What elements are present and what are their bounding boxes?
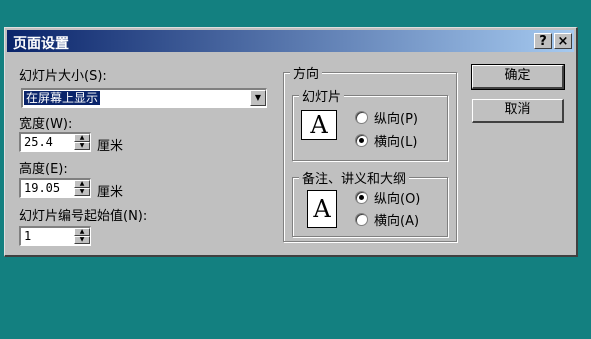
numbering-up-arrow-icon[interactable]: ▲ [74, 228, 90, 236]
height-down-arrow-icon[interactable]: ▼ [74, 188, 90, 196]
width-up-arrow-icon[interactable]: ▲ [74, 134, 90, 142]
cancel-button[interactable]: 取消 [472, 99, 564, 123]
numbering-value: 1 [24, 229, 32, 243]
portrait-page-icon: A [307, 190, 337, 228]
slides-landscape-radio[interactable] [355, 134, 368, 147]
slide-size-value: 在屏幕上显示 [24, 91, 101, 105]
page-setup-dialog: 页面设置 ? × 幻灯片大小(S): 在屏幕上显示 ▼ 宽度(W): 25.4 … [4, 27, 578, 257]
height-value: 19.05 [24, 181, 61, 195]
notes-landscape-label: 横向(A) [374, 214, 420, 229]
width-down-arrow-icon[interactable]: ▼ [74, 142, 90, 150]
width-spinner[interactable]: 25.4 ▲ ▼ [19, 132, 91, 152]
notes-portrait-option[interactable]: 纵向(O) [355, 188, 420, 207]
title-bar[interactable]: 页面设置 ? × [7, 30, 574, 52]
slides-portrait-label: 纵向(P) [374, 112, 418, 127]
dropdown-arrow-icon[interactable]: ▼ [250, 90, 266, 106]
slides-landscape-option[interactable]: 横向(L) [355, 131, 417, 150]
height-label: 高度(E): [19, 162, 68, 177]
notes-landscape-option[interactable]: 横向(A) [355, 210, 419, 229]
dialog-title: 页面设置 [13, 36, 69, 52]
width-unit: 厘米 [97, 139, 124, 154]
numbering-spinner[interactable]: 1 ▲ ▼ [19, 226, 91, 246]
slides-portrait-radio[interactable] [355, 111, 368, 124]
height-spinner[interactable]: 19.05 ▲ ▼ [19, 178, 91, 198]
slide-size-label: 幻灯片大小(S): [19, 69, 107, 84]
notes-portrait-radio[interactable] [355, 191, 368, 204]
numbering-down-arrow-icon[interactable]: ▼ [74, 236, 90, 244]
ok-button[interactable]: 确定 [471, 64, 565, 90]
notes-landscape-radio[interactable] [355, 213, 368, 226]
numbering-label: 幻灯片编号起始值(N): [19, 209, 148, 224]
notes-portrait-label: 纵向(O) [374, 192, 421, 207]
height-up-arrow-icon[interactable]: ▲ [74, 180, 90, 188]
slides-portrait-option[interactable]: 纵向(P) [355, 108, 418, 127]
slide-size-select[interactable]: 在屏幕上显示 ▼ [21, 88, 267, 108]
notes-group-title: 备注、讲义和大纲 [299, 168, 410, 187]
orientation-group-title: 方向 [290, 63, 323, 82]
slides-orientation-group: 幻灯片 A 纵向(P) 横向(L) [292, 86, 448, 161]
orientation-group: 方向 幻灯片 A 纵向(P) 横向(L) 备注、讲义和大纲 A 纵向(O) 横向… [283, 63, 457, 242]
slides-landscape-label: 横向(L) [374, 135, 418, 150]
landscape-page-icon: A [301, 110, 337, 140]
width-label: 宽度(W): [19, 117, 73, 132]
close-button[interactable]: × [554, 33, 572, 49]
help-button[interactable]: ? [534, 33, 552, 49]
height-unit: 厘米 [97, 185, 124, 200]
notes-orientation-group: 备注、讲义和大纲 A 纵向(O) 横向(A) [292, 168, 448, 237]
width-value: 25.4 [24, 135, 53, 149]
slides-group-title: 幻灯片 [299, 86, 345, 105]
